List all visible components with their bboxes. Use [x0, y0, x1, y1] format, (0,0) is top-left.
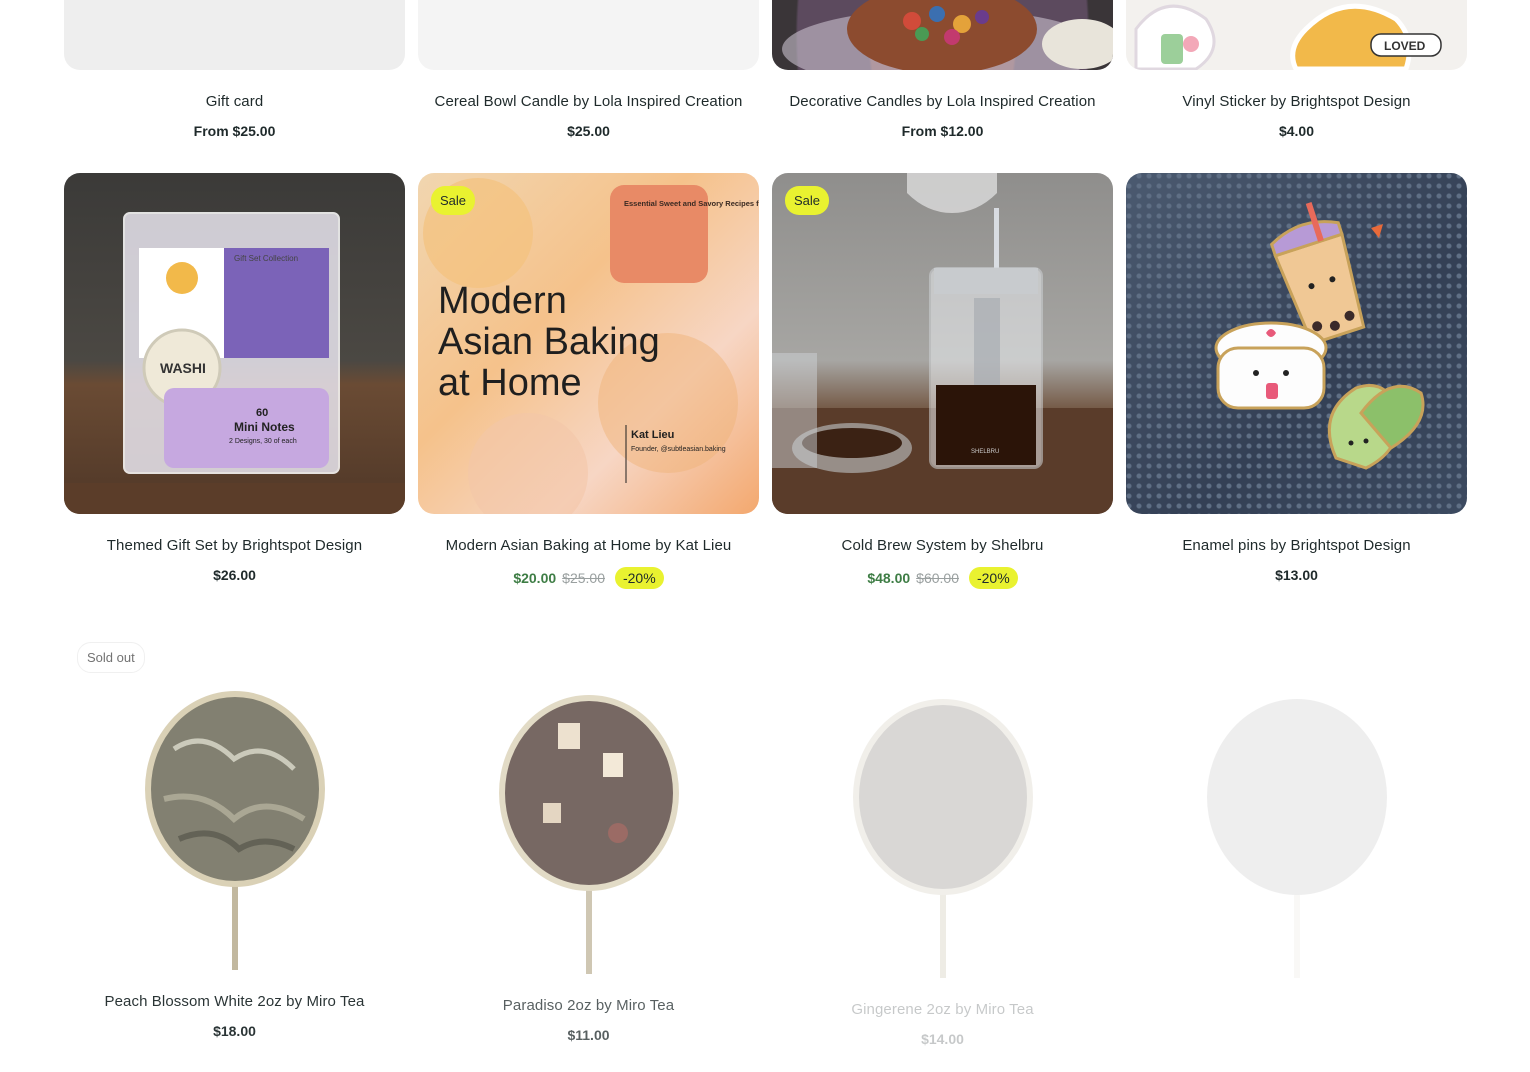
washi-text: WASHI: [160, 360, 206, 376]
book-author: Kat Lieu: [631, 429, 674, 441]
book-title-line1: Modern: [438, 280, 567, 322]
product-card-modern-asian-baking[interactable]: Sale Essential Sweet and Savory Recipes …: [418, 173, 759, 589]
compare-price: $60.00: [916, 570, 959, 586]
cold-brew-illustration: SHELBRU: [772, 173, 1113, 514]
product-title[interactable]: Decorative Candles by Lola Inspired Crea…: [772, 93, 1113, 110]
mini-notes-count: 60: [256, 407, 268, 419]
tea-spoon-illustration: [1207, 699, 1387, 978]
product-title[interactable]: Themed Gift Set by Brightspot Design: [64, 537, 405, 554]
product-card-peach-blossom-white[interactable]: Sold out Peach Blossom White 2oz by Miro…: [64, 629, 405, 1047]
book-title-line2: Asian Baking: [438, 321, 660, 363]
sticker-text: LOVED: [1384, 39, 1426, 53]
product-grid-row-1: Gift card From $25.00 Cereal Bowl Candle…: [64, 0, 1467, 139]
product-title[interactable]: Gift card: [64, 93, 405, 110]
mini-notes-sub: 2 Designs, 30 of each: [229, 438, 297, 445]
sale-badge: Sale: [785, 186, 830, 215]
product-card-decorative-candles[interactable]: Decorative Candles by Lola Inspired Crea…: [772, 0, 1113, 139]
product-image[interactable]: [64, 0, 405, 70]
mini-notes-text: Mini Notes: [234, 420, 295, 434]
cold-brew-brand: SHELBRU: [971, 449, 999, 455]
product-card-gingerene[interactable]: Gingerene 2oz by Miro Tea $14.00: [772, 637, 1113, 1047]
product-grid-row-3: Sold out Peach Blossom White 2oz by Miro…: [64, 629, 1467, 1047]
tea-spoon-illustration: [145, 691, 325, 970]
tea-spoon-illustration: [853, 699, 1033, 978]
product-price: From $25.00: [193, 123, 276, 139]
product-image[interactable]: [772, 637, 1113, 978]
product-image[interactable]: LOVED: [1126, 0, 1467, 70]
product-image[interactable]: [1126, 173, 1467, 514]
product-card-cold-brew-system[interactable]: Sale SHELBRU Cold Brew System by Shelbru…: [772, 173, 1113, 589]
sold-out-badge: Sold out: [77, 642, 145, 673]
product-title[interactable]: Modern Asian Baking at Home by Kat Lieu: [418, 537, 759, 554]
product-card-vinyl-sticker[interactable]: LOVED Vinyl Sticker by Brightspot Design…: [1126, 0, 1467, 139]
book-author-role: Founder, @subtleasian.baking: [631, 446, 726, 453]
product-title[interactable]: Paradiso 2oz by Miro Tea: [418, 997, 759, 1014]
product-card-paradiso[interactable]: Paradiso 2oz by Miro Tea $11.00: [418, 633, 759, 1047]
book-title-line3: at Home: [438, 362, 582, 404]
book-cover-illustration: Essential Sweet and Savory Recipes for M…: [423, 178, 759, 514]
gift-set-collection-text: Gift Set Collection: [234, 254, 298, 263]
product-card-cereal-bowl-candle[interactable]: Cereal Bowl Candle by Lola Inspired Crea…: [418, 0, 759, 139]
product-price: $14.00: [921, 1031, 964, 1047]
product-grid-row-2: Gift Set Collection WASHI 60 Mini Notes …: [64, 173, 1467, 589]
product-image[interactable]: Essential Sweet and Savory Recipes for M…: [418, 173, 759, 514]
sale-price: $20.00: [513, 570, 557, 586]
product-price: $11.00: [567, 1027, 610, 1043]
discount-badge: -20%: [968, 567, 1018, 589]
product-card-tea-4[interactable]: [1126, 637, 1467, 1047]
product-title[interactable]: Cold Brew System by Shelbru: [772, 537, 1113, 554]
product-card-themed-gift-set[interactable]: Gift Set Collection WASHI 60 Mini Notes …: [64, 173, 405, 589]
product-image[interactable]: [1126, 637, 1467, 978]
product-price: From $12.00: [901, 123, 984, 139]
product-title[interactable]: Enamel pins by Brightspot Design: [1126, 537, 1467, 554]
product-card-enamel-pins[interactable]: Enamel pins by Brightspot Design $13.00: [1126, 173, 1467, 589]
product-title[interactable]: Cereal Bowl Candle by Lola Inspired Crea…: [418, 93, 759, 110]
product-image[interactable]: Gift Set Collection WASHI 60 Mini Notes …: [64, 173, 405, 514]
tea-spoon-illustration: [499, 695, 679, 974]
product-image[interactable]: [418, 633, 759, 974]
product-image[interactable]: [418, 0, 759, 70]
compare-price: $25.00: [562, 570, 605, 586]
product-image[interactable]: SHELBRU: [772, 173, 1113, 514]
product-image[interactable]: [64, 629, 405, 970]
product-card-gift-card[interactable]: Gift card From $25.00: [64, 0, 405, 139]
product-title[interactable]: Gingerene 2oz by Miro Tea: [772, 1001, 1113, 1018]
discount-badge: -20%: [614, 567, 664, 589]
product-price: $18.00: [213, 1023, 256, 1039]
product-image[interactable]: [772, 0, 1113, 70]
product-price: $25.00: [567, 123, 610, 139]
sticker-illustration: LOVED: [1134, 3, 1442, 70]
product-title[interactable]: Vinyl Sticker by Brightspot Design: [1126, 93, 1467, 110]
book-subtitle: Essential Sweet and Savory Recipes for M…: [624, 199, 759, 208]
gift-set-illustration: Gift Set Collection WASHI 60 Mini Notes …: [64, 212, 405, 514]
sale-badge: Sale: [431, 186, 476, 215]
candle-bowl-illustration: [782, 0, 1113, 70]
product-price: $26.00: [213, 567, 256, 583]
enamel-pins-illustration: [1214, 201, 1425, 470]
product-title[interactable]: Peach Blossom White 2oz by Miro Tea: [64, 993, 405, 1010]
sale-price: $48.00: [867, 570, 911, 586]
product-price: $13.00: [1275, 567, 1318, 583]
product-price: $4.00: [1278, 123, 1315, 139]
